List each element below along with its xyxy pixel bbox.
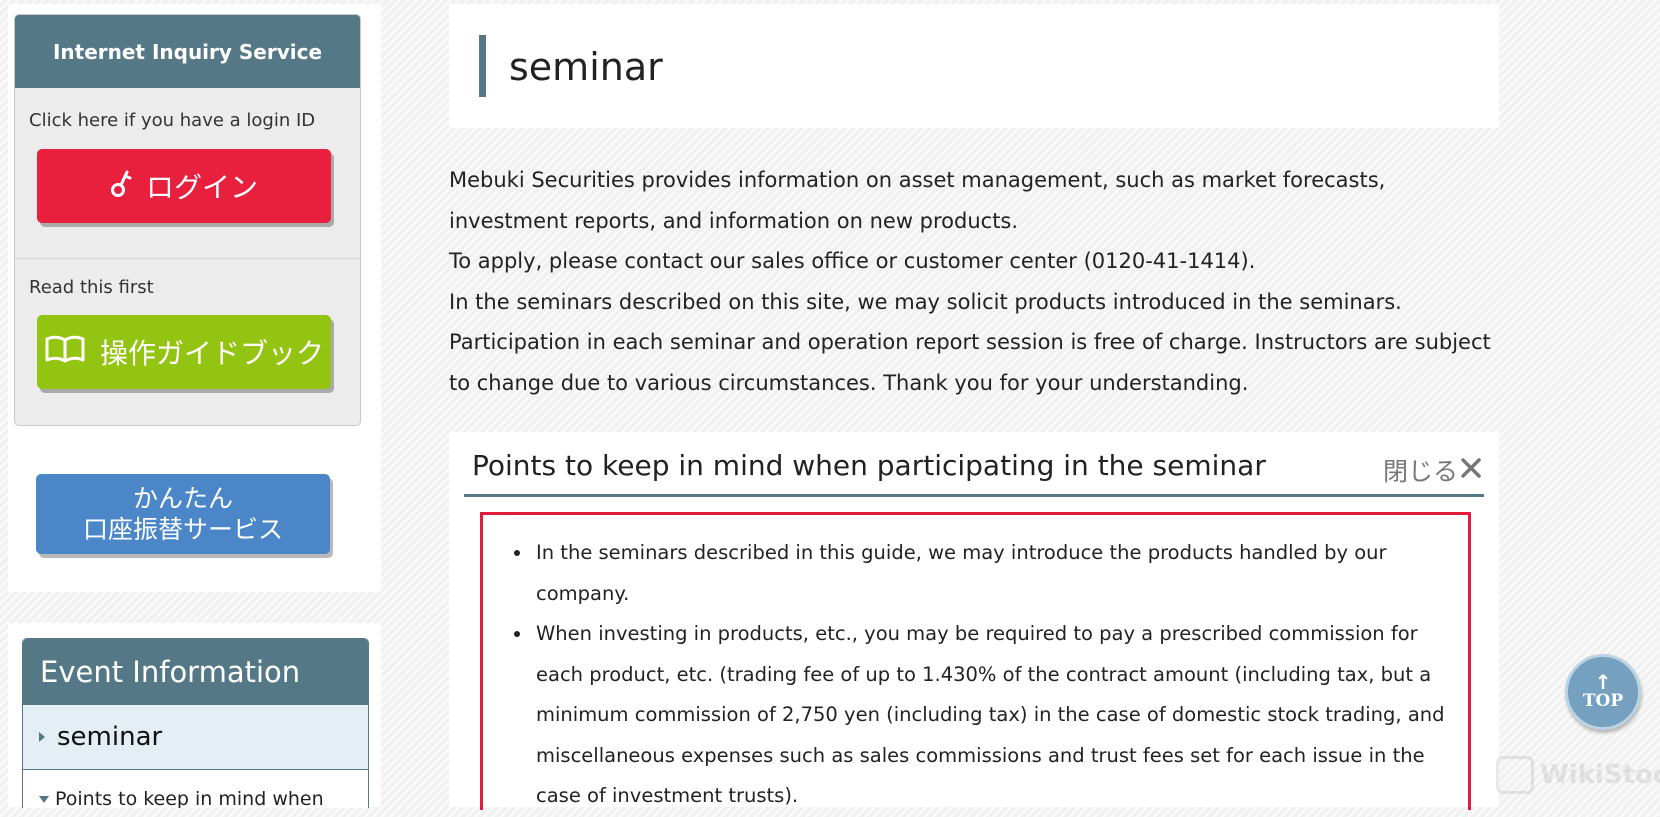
event-information-box: Event Information seminar Points to keep… [22,638,369,808]
divider [15,258,360,259]
arrow-up-icon: ↑ [1594,670,1612,694]
page-title-card: seminar [449,4,1499,128]
caret-right-icon [39,732,45,742]
account-transfer-button[interactable]: かんたん 口座振替サービス [36,474,330,554]
wikistock-logo-icon [1496,756,1534,794]
event-item-points[interactable]: Points to keep in mind when [23,770,368,808]
watermark: WikiStock [1496,756,1660,794]
caret-down-icon [39,796,49,803]
intro-paragraph: Participation in each seminar and operat… [449,330,1491,395]
close-button[interactable]: 閉じる [1383,452,1482,488]
guide-book-button[interactable]: 操作ガイドブック [37,315,331,389]
intro-text: Mebuki Securities provides information o… [449,160,1499,403]
login-hint: Click here if you have a login ID [29,110,316,131]
scroll-top-label: TOP [1582,691,1624,711]
intro-paragraph: To apply, please contact our sales offic… [449,249,1256,273]
list-item: In the seminars described in this guide,… [533,533,1468,614]
page-title: seminar [509,45,663,89]
book-icon [44,334,86,371]
points-notice-box: In the seminars described in this guide,… [480,512,1471,810]
account-transfer-label-line1: かんたん [132,484,233,513]
scroll-top-button[interactable]: ↑ TOP [1565,654,1641,730]
guide-hint: Read this first [29,277,154,298]
title-accent-bar [479,35,486,97]
login-button-label: ログイン [145,171,258,204]
login-button[interactable]: ログイン [37,149,331,223]
guide-book-label: 操作ガイドブック [99,337,324,370]
points-header: Points to keep in mind when participatin… [464,432,1484,497]
points-section: Points to keep in mind when participatin… [449,432,1499,810]
inquiry-service-title: Internet Inquiry Service [15,15,360,88]
event-item-seminar[interactable]: seminar [23,705,368,770]
key-icon [110,168,132,205]
event-information-title: Event Information [23,639,368,705]
inquiry-service-box: Internet Inquiry Service Click here if y… [14,14,361,426]
points-list: In the seminars described in this guide,… [483,515,1468,817]
event-item-label: Points to keep in mind when [55,788,324,808]
close-icon [1460,456,1482,485]
intro-paragraph: In the seminars described on this site, … [449,289,1402,314]
watermark-text: WikiStock [1540,760,1660,790]
event-item-label: seminar [57,722,163,752]
points-title: Points to keep in mind when participatin… [472,449,1266,482]
close-label: 閉じる [1382,457,1458,486]
list-item: When investing in products, etc., you ma… [533,614,1468,817]
account-transfer-label-line2: 口座振替サービス [82,515,283,544]
intro-paragraph: Mebuki Securities provides information o… [449,168,1386,233]
